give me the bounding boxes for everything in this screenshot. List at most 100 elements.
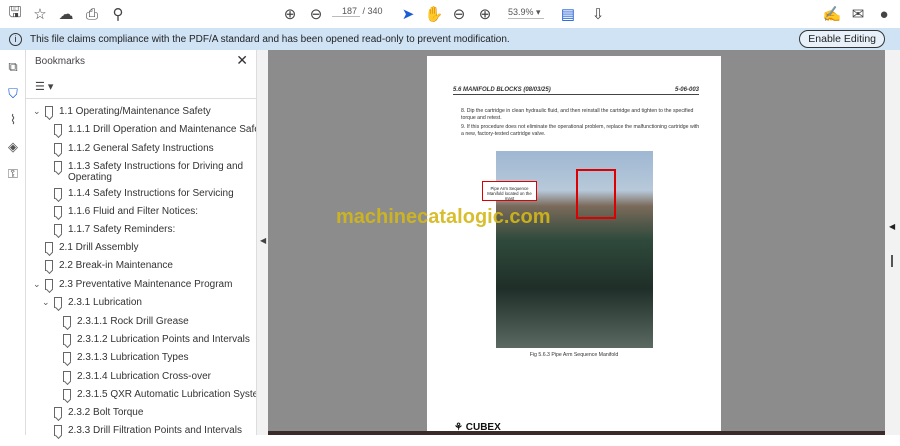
layers-icon[interactable]: ◈ bbox=[5, 139, 21, 155]
page-thumbnails-icon[interactable]: ⧉ bbox=[5, 59, 21, 75]
bookmark-item[interactable]: 1.1.1 Drill Operation and Maintenance Sa… bbox=[54, 124, 268, 135]
page-fit-icon[interactable]: ▤ bbox=[558, 4, 578, 24]
bookmarks-icon[interactable]: ⛉ bbox=[5, 86, 21, 102]
bookmark-icon bbox=[63, 352, 71, 363]
bookmark-item[interactable]: 2.3.2 Bolt Torque bbox=[54, 407, 143, 418]
figure-caption: Fig 5.6.3 Pipe Arm Sequence Manifold bbox=[529, 352, 619, 358]
bookmark-item[interactable]: 1.1.2 General Safety Instructions bbox=[54, 143, 214, 154]
bookmark-item[interactable]: 2.2 Break-in Maintenance bbox=[45, 260, 173, 271]
pdf-page: 5.6 MANIFOLD BLOCKS (08/03/25) 5-06-003 … bbox=[427, 56, 721, 446]
bookmark-item[interactable]: 2.3.1.5 QXR Automatic Lubrication System bbox=[63, 389, 267, 400]
bookmark-label: 2.3.1.4 Lubrication Cross-over bbox=[77, 371, 211, 382]
bookmark-item[interactable]: ⌄ 2.3.1 Lubrication bbox=[42, 297, 142, 308]
bookmark-item[interactable]: 2.3.1.4 Lubrication Cross-over bbox=[63, 371, 211, 382]
upload-cloud-icon[interactable]: ☁ bbox=[56, 4, 76, 24]
panel-collapse-strip[interactable]: ◀ bbox=[256, 50, 268, 435]
bookmark-label: 1.1 Operating/Maintenance Safety bbox=[59, 106, 211, 117]
bookmarks-title: Bookmarks bbox=[35, 56, 86, 67]
bookmark-icon bbox=[54, 224, 62, 235]
bookmark-item[interactable]: 2.3.3 Drill Filtration Points and Interv… bbox=[54, 425, 242, 436]
bookmark-icon bbox=[45, 106, 53, 117]
bookmark-item[interactable]: 1.1.3 Safety Instructions for Driving an… bbox=[54, 161, 244, 172]
bookmark-item[interactable]: Operating bbox=[68, 172, 112, 183]
zoom-out-icon[interactable]: ⊖ bbox=[449, 4, 469, 24]
zoom-level-select[interactable]: 53.9% ▾ bbox=[508, 7, 544, 19]
previous-page-icon[interactable]: ⊕ bbox=[280, 4, 300, 24]
bookmark-item[interactable]: 2.3.1.1 Rock Drill Grease bbox=[63, 316, 189, 327]
right-panel-strip[interactable]: ◀ bbox=[885, 50, 900, 435]
search-zoom-icon[interactable]: ⚲ bbox=[108, 4, 128, 24]
bookmark-item[interactable]: ⌄ 2.3 Preventative Maintenance Program bbox=[33, 279, 232, 290]
bookmark-item[interactable]: 2.1 Drill Assembly bbox=[45, 242, 139, 253]
zoom-value: 53.9% bbox=[508, 7, 534, 17]
page-total: / 340 bbox=[362, 6, 383, 16]
bookmark-item[interactable]: 1.1.7 Safety Reminders: bbox=[54, 224, 176, 235]
email-icon[interactable]: ✉ bbox=[848, 4, 868, 24]
chevron-down-icon[interactable]: ⌄ bbox=[42, 297, 50, 308]
chevron-down-icon[interactable]: ⌄ bbox=[33, 106, 41, 117]
bookmark-item[interactable]: 1.1.4 Safety Instructions for Servicing bbox=[54, 188, 234, 199]
save-icon[interactable]: 🖫 bbox=[5, 4, 25, 24]
bookmark-icon bbox=[54, 407, 62, 418]
info-icon: i bbox=[9, 32, 22, 46]
photo-callout: Pipe Arm Sequence Manifold located on th… bbox=[482, 181, 537, 201]
manifold-photo: Pipe Arm Sequence Manifold located on th… bbox=[482, 151, 653, 348]
bookmark-label: Operating bbox=[68, 172, 112, 183]
collapse-left-icon[interactable]: ◀ bbox=[260, 236, 266, 245]
bookmark-icon bbox=[54, 188, 62, 199]
divider bbox=[26, 98, 256, 99]
chevron-down-icon[interactable]: ⌄ bbox=[33, 279, 41, 290]
attachments-icon[interactable]: ⌇ bbox=[5, 112, 21, 128]
bookmark-icon bbox=[63, 334, 71, 345]
info-message: This file claims compliance with the PDF… bbox=[30, 33, 510, 45]
bookmark-icon bbox=[63, 316, 71, 327]
close-icon[interactable]: ✕ bbox=[236, 52, 248, 69]
bookmark-label: 2.3.1.3 Lubrication Types bbox=[77, 352, 189, 363]
select-cursor-icon[interactable]: ➤ bbox=[398, 4, 418, 24]
account-icon[interactable]: ● bbox=[874, 4, 894, 24]
star-icon[interactable]: ☆ bbox=[30, 4, 50, 24]
bookmark-options-button[interactable]: ☰ ▾ bbox=[35, 80, 53, 93]
tags-icon[interactable]: ⚿ bbox=[5, 166, 21, 182]
document-view[interactable]: 5.6 MANIFOLD BLOCKS (08/03/25) 5-06-003 … bbox=[268, 50, 885, 446]
bottom-edge bbox=[268, 431, 885, 435]
bookmark-icon bbox=[54, 297, 62, 308]
page-indicator: 187 / 340 bbox=[332, 6, 383, 17]
print-icon[interactable]: ⎙ bbox=[82, 4, 102, 24]
bookmark-label: 1.1.7 Safety Reminders: bbox=[68, 224, 176, 235]
bookmark-label: 2.1 Drill Assembly bbox=[59, 242, 139, 253]
scrollbar-thumb[interactable] bbox=[891, 255, 893, 267]
section-title: 5.6 MANIFOLD BLOCKS (08/03/25) bbox=[453, 87, 551, 93]
scroll-mode-icon[interactable]: ⇩ bbox=[588, 4, 608, 24]
bookmark-icon bbox=[63, 371, 71, 382]
step-9: 9. If this procedure does not eliminate … bbox=[461, 124, 700, 137]
hand-tool-icon[interactable]: ✋ bbox=[424, 4, 444, 24]
bookmark-label: 1.1.1 Drill Operation and Maintenance Sa… bbox=[68, 124, 268, 135]
bookmark-item[interactable]: 1.1.6 Fluid and Filter Notices: bbox=[54, 206, 199, 217]
bookmark-icon bbox=[54, 425, 62, 436]
next-page-icon[interactable]: ⊖ bbox=[306, 4, 326, 24]
bookmark-label: 1.1.4 Safety Instructions for Servicing bbox=[68, 188, 234, 199]
bookmark-icon bbox=[63, 389, 71, 400]
enable-editing-button[interactable]: Enable Editing bbox=[799, 30, 885, 48]
bookmark-item[interactable]: 2.3.1.2 Lubrication Points and Intervals bbox=[63, 334, 250, 345]
bookmark-item[interactable]: ⌄ 1.1 Operating/Maintenance Safety bbox=[33, 106, 211, 117]
bookmark-label: 2.3.1.5 QXR Automatic Lubrication System bbox=[77, 389, 267, 400]
bookmark-item[interactable]: 2.3.1.3 Lubrication Types bbox=[63, 352, 189, 363]
watermark: machinecatalogic.com bbox=[336, 206, 551, 228]
bookmark-icon bbox=[54, 206, 62, 217]
zoom-in-icon[interactable]: ⊕ bbox=[475, 4, 495, 24]
bookmark-label: 2.3.3 Drill Filtration Points and Interv… bbox=[68, 425, 242, 436]
sign-icon[interactable]: ✍ bbox=[822, 4, 842, 24]
toolbar: 🖫 ☆ ☁ ⎙ ⚲ ⊕ ⊖ 187 / 340 ➤ ✋ ⊖ ⊕ 53.9% ▾ … bbox=[0, 0, 900, 28]
bookmark-label: 1.1.3 Safety Instructions for Driving an… bbox=[68, 161, 244, 172]
bookmark-icon bbox=[54, 143, 62, 154]
page-number-input[interactable]: 187 bbox=[332, 6, 360, 17]
bookmark-icon bbox=[45, 260, 53, 271]
bookmark-label: 2.3.1 Lubrication bbox=[68, 297, 142, 308]
bookmark-label: 1.1.6 Fluid and Filter Notices: bbox=[68, 206, 199, 217]
bookmark-label: 2.3.1.2 Lubrication Points and Intervals bbox=[77, 334, 250, 345]
expand-right-icon[interactable]: ◀ bbox=[889, 222, 895, 231]
pdfa-info-bar: i This file claims compliance with the P… bbox=[0, 28, 900, 50]
bookmark-label: 2.2 Break-in Maintenance bbox=[59, 260, 173, 271]
